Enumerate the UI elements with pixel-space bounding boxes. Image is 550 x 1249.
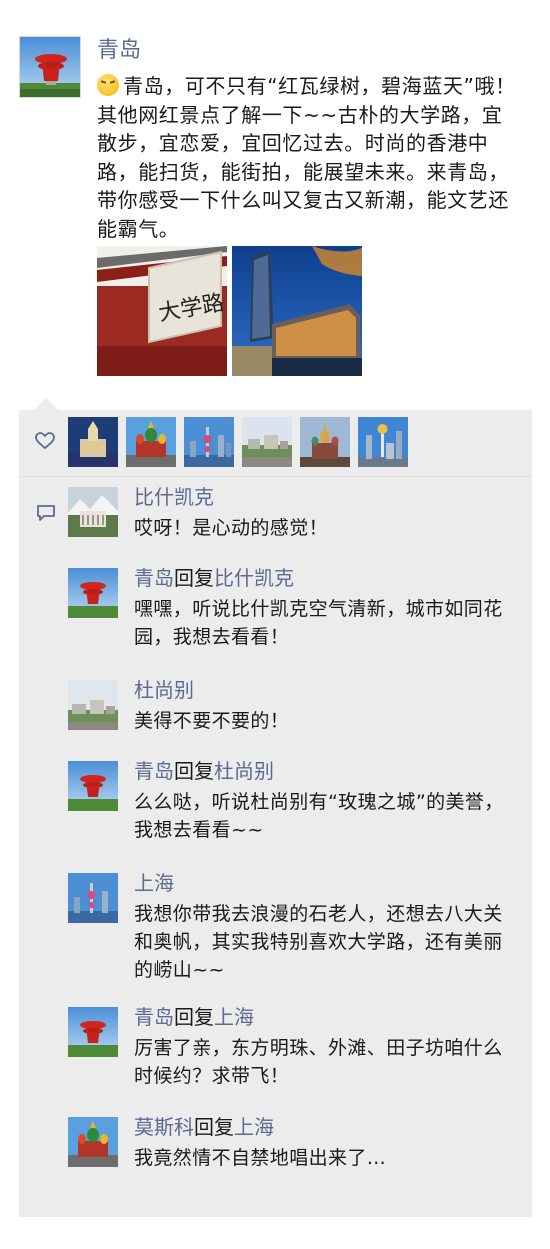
reply-target[interactable]: 杜尚别 [214,759,274,783]
comment-header: 比什凯克 [134,483,214,511]
interaction-panel: 比什凯克 哎呀！是心动的感觉！ 青岛回复比什凯克 嘿嘿，听说比什凯克空气清新，城… [19,410,532,1217]
comment-header: 杜尚别 [134,676,194,704]
comment-header: 青岛回复杜尚别 [134,757,274,785]
heart-icon [35,432,55,450]
reply-target[interactable]: 比什凯克 [214,566,294,590]
author-avatar[interactable] [19,36,81,98]
reply-word: 回复 [174,759,214,783]
comment-text[interactable]: 么么哒，听说杜尚别有“玫瑰之城”的美誉，我想去看看~~ [134,788,518,844]
like-avatar-shanghai[interactable] [184,417,234,467]
comment-header: 青岛回复比什凯克 [134,564,294,592]
divider [19,476,532,477]
daxue-road-sign-photo[interactable]: 大学路 [97,246,227,376]
like-avatar-astana[interactable] [358,417,408,467]
reply-target[interactable]: 上海 [234,1115,274,1139]
comment-text[interactable]: 我竟然情不自禁地唱出来了… [134,1144,518,1172]
moments-post: 青岛 青岛，可不只有“红瓦绿树，碧海蓝天”哦！其他网红景点了解一下~~古朴的大学… [0,0,550,1249]
comment-author[interactable]: 杜尚别 [134,678,194,702]
comment-header: 莫斯科回复上海 [134,1113,274,1141]
like-avatar-dushanbe[interactable] [242,417,292,467]
panel-arrow [34,398,58,410]
reply-word: 回复 [194,1115,234,1139]
comment-header: 青岛回复上海 [134,1003,254,1031]
like-avatar-moscow-cathedral[interactable] [300,417,350,467]
qingdao-avatar[interactable] [68,1007,118,1057]
likes-row [19,410,532,476]
reply-word: 回复 [174,1005,214,1029]
bishkek-avatar[interactable] [68,487,118,537]
comment-author[interactable]: 青岛 [134,566,174,590]
comment-author[interactable]: 上海 [134,871,174,895]
comment-author[interactable]: 青岛 [134,1005,174,1029]
comment-text[interactable]: 嘿嘿，听说比什凯克空气清新，城市如同花园，我想去看看！ [134,595,518,651]
reply-target[interactable]: 上海 [214,1005,254,1029]
reply-word: 回复 [174,566,214,590]
shanghai-avatar[interactable] [68,873,118,923]
moscow-avatar[interactable] [68,1117,118,1167]
comment-author[interactable]: 莫斯科 [134,1115,194,1139]
smile-tongue-emoji-icon [97,74,119,96]
comment-text[interactable]: 哎呀！是心动的感觉！ [134,514,518,542]
comment-text[interactable]: 美得不要不要的！ [134,707,518,735]
comment-author[interactable]: 比什凯克 [134,485,214,509]
post-text: 青岛，可不只有“红瓦绿树，碧海蓝天”哦！其他网红景点了解一下~~古朴的大学路，宜… [97,72,522,243]
hongkong-middle-road-night-photo[interactable] [232,246,362,376]
author-name[interactable]: 青岛 [97,36,141,66]
like-avatar-qingdao[interactable] [68,417,118,467]
post-body: 青岛，可不只有“红瓦绿树，碧海蓝天”哦！其他网红景点了解一下~~古朴的大学路，宜… [97,74,516,241]
comment-header: 上海 [134,869,174,897]
dushanbe-avatar[interactable] [68,680,118,730]
comment-author[interactable]: 青岛 [134,759,174,783]
comment-icon [36,504,56,522]
qingdao-avatar[interactable] [68,761,118,811]
comment-text[interactable]: 我想你带我去浪漫的石老人，还想去八大关和奥帆，其实我特别喜欢大学路，还有美丽的崂… [134,900,518,984]
comment-text[interactable]: 厉害了亲，东方明珠、外滩、田子坊咱什么时候约？求带飞！ [134,1034,518,1090]
qingdao-avatar[interactable] [68,568,118,618]
like-avatar-moscow[interactable] [126,417,176,467]
